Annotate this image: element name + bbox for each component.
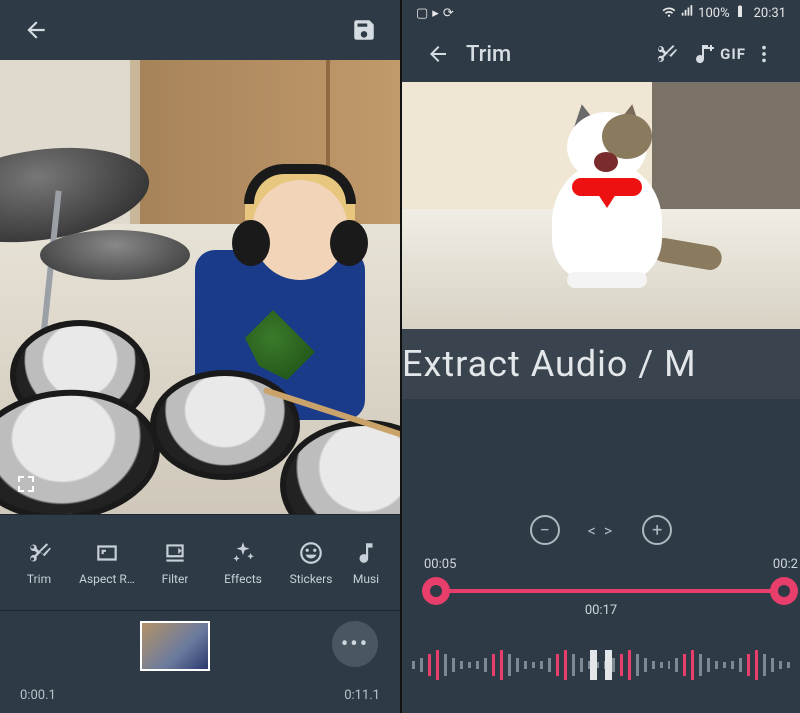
save-button[interactable] — [346, 12, 382, 48]
waveform-row — [402, 623, 800, 713]
timeline-end-time: 0:11.1 — [344, 688, 380, 703]
status-youtube-icon: ▸ — [432, 6, 439, 21]
note-icon — [353, 540, 379, 566]
tool-row: Trim Aspect R… Filter Effects Stickers M… — [0, 514, 400, 610]
pause-button[interactable] — [577, 641, 625, 689]
smiley-icon — [298, 540, 324, 566]
zoom-fit-button[interactable]: < > — [588, 521, 614, 540]
video-preview[interactable] — [402, 82, 800, 329]
page-title: Trim — [466, 42, 511, 67]
tool-music[interactable]: Musi — [346, 540, 386, 586]
note-plus-icon — [690, 42, 714, 66]
clip-thumbnail[interactable] — [140, 621, 210, 671]
tool-trim-label: Trim — [27, 572, 51, 586]
gif-button[interactable]: GIF — [720, 36, 746, 72]
back-button[interactable] — [420, 36, 456, 72]
tool-music-label: Musi — [353, 572, 379, 586]
topbar-left — [0, 0, 400, 60]
video-preview[interactable] — [0, 60, 400, 514]
trim-end-label: 00:2 — [773, 557, 798, 572]
tool-stickers-label: Stickers — [290, 572, 333, 586]
scissors-icon — [654, 42, 678, 66]
scissors-icon — [26, 540, 52, 566]
back-button[interactable] — [18, 12, 54, 48]
zoom-in-button[interactable]: + — [642, 515, 672, 545]
back-arrow-icon — [426, 42, 450, 66]
overflow-button[interactable] — [746, 36, 782, 72]
filter-icon — [162, 540, 188, 566]
trim-current-label: 00:17 — [585, 603, 617, 618]
more-vert-icon — [753, 43, 775, 65]
clock-time: 20:31 — [754, 6, 786, 21]
tool-aspect[interactable]: Aspect R… — [74, 540, 140, 586]
tool-trim[interactable]: Trim — [6, 540, 72, 586]
zoom-out-button[interactable]: − — [530, 515, 560, 545]
timeline-start-time: 0:00.1 — [20, 688, 56, 703]
aspect-icon — [94, 540, 120, 566]
save-icon — [351, 17, 377, 43]
tool-stickers[interactable]: Stickers — [278, 540, 344, 586]
minus-icon: − — [540, 520, 550, 541]
timeline-strip[interactable]: ••• 0:00.1 0:11.1 — [0, 610, 400, 713]
tool-aspect-label: Aspect R… — [79, 572, 135, 586]
expand-icon[interactable] — [14, 472, 38, 500]
overlay-caption: Extract Audio / M — [402, 329, 800, 399]
plus-icon: + — [652, 520, 662, 541]
tool-filter-label: Filter — [162, 572, 189, 586]
tool-effects-label: Effects — [224, 572, 262, 586]
back-arrow-icon — [23, 17, 49, 43]
status-sync-icon: ⟳ — [443, 6, 454, 21]
add-music-button[interactable] — [684, 36, 720, 72]
battery-percent: 100% — [698, 6, 729, 21]
trim-slider[interactable]: 00:05 00:2 00:17 — [402, 553, 800, 623]
trim-start-label: 00:05 — [424, 557, 456, 572]
gif-label: GIF — [720, 45, 746, 63]
editor-screen-trim: ▢ ▸ ⟳ 100% 20:31 Trim GIF — [400, 0, 800, 713]
pause-icon — [590, 650, 597, 680]
signal-icon — [680, 4, 694, 22]
battery-icon — [734, 4, 746, 22]
status-app-icon: ▢ — [416, 6, 428, 21]
more-fab[interactable]: ••• — [332, 621, 378, 667]
editor-screen-main: Trim Aspect R… Filter Effects Stickers M… — [0, 0, 400, 713]
zoom-controls: − < > + — [402, 507, 800, 553]
sparkle-icon — [230, 540, 256, 566]
more-dots-icon: ••• — [341, 632, 369, 657]
cut-button[interactable] — [648, 36, 684, 72]
topbar-right: Trim GIF — [402, 26, 800, 82]
status-bar: ▢ ▸ ⟳ 100% 20:31 — [402, 0, 800, 26]
trim-handle-end[interactable] — [770, 577, 798, 605]
wifi-icon — [662, 4, 676, 22]
tool-filter[interactable]: Filter — [142, 540, 208, 586]
tool-effects[interactable]: Effects — [210, 540, 276, 586]
trim-handle-start[interactable] — [422, 577, 450, 605]
